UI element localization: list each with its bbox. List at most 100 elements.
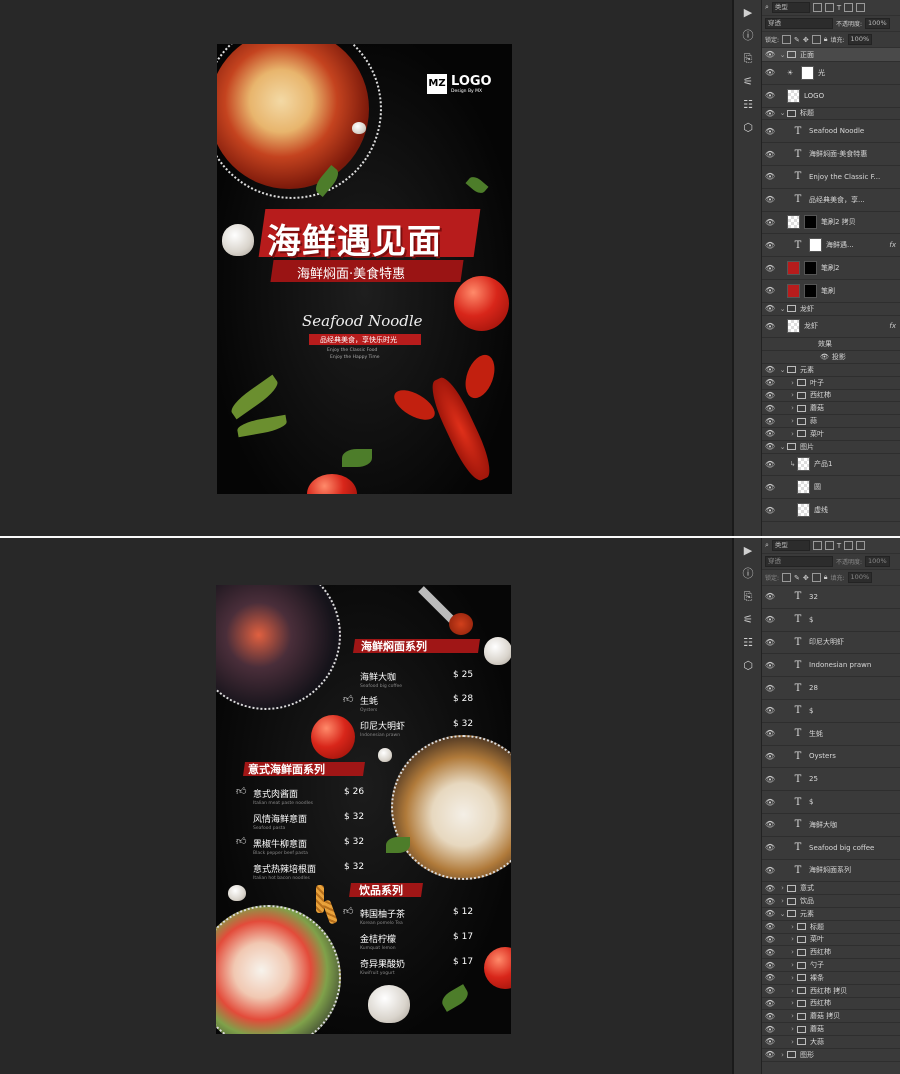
- visibility-eye-icon[interactable]: 👁︎: [762, 922, 778, 931]
- filter-kind-select[interactable]: 类型: [771, 2, 810, 13]
- fx-icon[interactable]: fx: [889, 241, 896, 249]
- layer-row[interactable]: 👁︎ 圆: [762, 476, 900, 500]
- chevron-right-icon[interactable]: ›: [788, 379, 797, 387]
- visibility-eye-icon[interactable]: 👁︎: [762, 264, 778, 273]
- brush-settings-icon[interactable]: ⚟: [734, 609, 762, 631]
- chevron-right-icon[interactable]: ›: [788, 391, 797, 399]
- 3d-cube-icon[interactable]: ⬡: [734, 117, 762, 139]
- visibility-eye-icon[interactable]: 👁︎: [762, 404, 778, 413]
- visibility-eye-icon[interactable]: 👁︎: [762, 391, 778, 400]
- visibility-eye-icon[interactable]: 👁︎: [762, 661, 778, 670]
- visibility-eye-icon[interactable]: 👁︎: [762, 638, 778, 647]
- chevron-right-icon[interactable]: ›: [788, 404, 797, 412]
- adjustments-icon[interactable]: ☷: [734, 94, 762, 116]
- chevron-right-icon[interactable]: ›: [788, 430, 797, 438]
- smart-filter-icon[interactable]: [856, 3, 866, 12]
- lock-paint-icon[interactable]: ✎: [794, 36, 800, 44]
- visibility-eye-icon[interactable]: 👁︎: [762, 843, 778, 852]
- lock-move-icon[interactable]: ✥: [803, 574, 809, 582]
- layer-row[interactable]: 👁︎ T $: [762, 609, 900, 632]
- layer-row[interactable]: 👁︎ › 菜叶: [762, 934, 900, 947]
- visibility-eye-icon[interactable]: 👁︎: [762, 866, 778, 875]
- chevron-down-icon[interactable]: ⌄: [778, 910, 787, 918]
- layer-row[interactable]: 👁︎ › 叶子: [762, 377, 900, 390]
- type-filter-icon[interactable]: T: [837, 542, 841, 550]
- visibility-eye-icon[interactable]: 👁︎: [762, 897, 778, 906]
- layer-row[interactable]: 👁︎ › 西红柿: [762, 390, 900, 403]
- visibility-eye-icon[interactable]: 👁︎: [762, 935, 778, 944]
- visibility-eye-icon[interactable]: 👁︎: [762, 378, 778, 387]
- visibility-eye-icon[interactable]: 👁︎: [762, 195, 778, 204]
- visibility-eye-icon[interactable]: 👁︎: [762, 460, 778, 469]
- visibility-eye-icon[interactable]: 👁︎: [762, 1025, 778, 1034]
- layer-row[interactable]: 👁︎ › 西红柿 拷贝: [762, 985, 900, 998]
- layer-row[interactable]: 👁︎ T Oysters: [762, 746, 900, 769]
- layer-row[interactable]: 👁︎ T 海鲜遇... fx: [762, 234, 900, 258]
- layer-row[interactable]: 👁︎ T 海鲜焖面·美食特惠: [762, 143, 900, 166]
- chevron-right-icon[interactable]: ›: [778, 884, 787, 892]
- visibility-eye-icon[interactable]: 👁︎: [820, 353, 829, 361]
- visibility-eye-icon[interactable]: 👁︎: [762, 506, 778, 515]
- chevron-right-icon[interactable]: ›: [788, 974, 797, 982]
- chevron-down-icon[interactable]: ⌄: [778, 366, 787, 374]
- visibility-eye-icon[interactable]: 👁︎: [762, 752, 778, 761]
- visibility-eye-icon[interactable]: 👁︎: [762, 775, 778, 784]
- layer-row[interactable]: 👁︎ ⌄ 图片: [762, 441, 900, 454]
- layer-row[interactable]: 👁︎ 笔刷: [762, 280, 900, 303]
- layer-row[interactable]: 👁︎ T 生蚝: [762, 723, 900, 746]
- info-icon[interactable]: ⓘ: [734, 25, 762, 47]
- visibility-eye-icon[interactable]: 👁︎: [762, 109, 778, 118]
- lock-move-icon[interactable]: ✥: [803, 36, 809, 44]
- visibility-eye-icon[interactable]: 👁︎: [762, 798, 778, 807]
- fill-input[interactable]: 100%: [847, 572, 873, 583]
- layer-row[interactable]: 👁︎ ↳ 产品1: [762, 454, 900, 477]
- layer-row[interactable]: 👁︎ › 图形: [762, 1049, 900, 1062]
- fx-icon[interactable]: fx: [889, 322, 896, 330]
- visibility-eye-icon[interactable]: 👁︎: [762, 615, 778, 624]
- layer-row[interactable]: 👁︎ T $: [762, 700, 900, 723]
- layer-row[interactable]: 👁︎ › 勺子: [762, 959, 900, 972]
- visibility-eye-icon[interactable]: 👁︎: [762, 91, 778, 100]
- play-icon[interactable]: ▶: [734, 2, 762, 24]
- visibility-eye-icon[interactable]: 👁︎: [762, 986, 778, 995]
- layer-row[interactable]: 👁︎ › 菜叶: [762, 428, 900, 441]
- chevron-down-icon[interactable]: ⌄: [778, 443, 787, 451]
- layer-row[interactable]: 👁︎ T Enjoy the Classic F...: [762, 166, 900, 189]
- visibility-eye-icon[interactable]: 👁︎: [762, 322, 778, 331]
- visibility-eye-icon[interactable]: 👁︎: [762, 429, 778, 438]
- visibility-eye-icon[interactable]: 👁︎: [762, 127, 778, 136]
- layer-row[interactable]: 👁︎ ⌄ 元素: [762, 908, 900, 921]
- lock-all-icon[interactable]: 🔒︎: [824, 35, 828, 44]
- document-canvas[interactable]: 海鲜焖面系列 海鲜大咖 Seafood big coffee $ 25 👍︎ 生蚝…: [0, 538, 732, 1074]
- search-icon[interactable]: ⌕: [765, 541, 769, 550]
- layer-row[interactable]: 👁︎ › 意式: [762, 882, 900, 896]
- adjust-filter-icon[interactable]: [824, 3, 834, 12]
- layer-row[interactable]: 👁︎ ⌄ 龙虾: [762, 303, 900, 316]
- chevron-right-icon[interactable]: ›: [778, 1051, 787, 1059]
- layer-effects-row[interactable]: 👁︎ 投影: [762, 351, 900, 364]
- layer-row[interactable]: 👁︎ T 28: [762, 677, 900, 700]
- layer-row[interactable]: 👁︎ › 蘑菇 拷贝: [762, 1010, 900, 1024]
- layer-row[interactable]: 👁︎ › 大蒜: [762, 1036, 900, 1049]
- layer-row[interactable]: 👁︎ ⌄ 标题: [762, 108, 900, 121]
- layer-row[interactable]: 👁︎ T Indonesian prawn: [762, 654, 900, 678]
- visibility-eye-icon[interactable]: 👁︎: [762, 909, 778, 918]
- brush-settings-icon[interactable]: ⚟: [734, 71, 762, 93]
- visibility-eye-icon[interactable]: 👁︎: [762, 286, 778, 295]
- chevron-right-icon[interactable]: ›: [788, 987, 797, 995]
- visibility-eye-icon[interactable]: 👁︎: [762, 706, 778, 715]
- chevron-right-icon[interactable]: ›: [778, 897, 787, 905]
- smart-filter-icon[interactable]: [856, 541, 866, 550]
- visibility-eye-icon[interactable]: 👁︎: [762, 50, 778, 59]
- layer-row[interactable]: 👁︎ LOGO: [762, 85, 900, 108]
- visibility-eye-icon[interactable]: 👁︎: [762, 1012, 778, 1021]
- play-icon[interactable]: ▶: [734, 540, 762, 562]
- document-canvas[interactable]: MZ LOGO Design By MX 海鲜遇见面 海鲜焖面·美食特惠 Sea…: [0, 0, 732, 536]
- lock-pixels-icon[interactable]: [782, 35, 792, 44]
- visibility-eye-icon[interactable]: 👁︎: [762, 150, 778, 159]
- visibility-eye-icon[interactable]: 👁︎: [762, 592, 778, 601]
- visibility-eye-icon[interactable]: 👁︎: [762, 483, 778, 492]
- layer-row[interactable]: 👁︎ 龙虾 fx: [762, 316, 900, 339]
- chevron-down-icon[interactable]: ⌄: [778, 305, 787, 313]
- layer-row[interactable]: 👁︎ › 标题: [762, 921, 900, 934]
